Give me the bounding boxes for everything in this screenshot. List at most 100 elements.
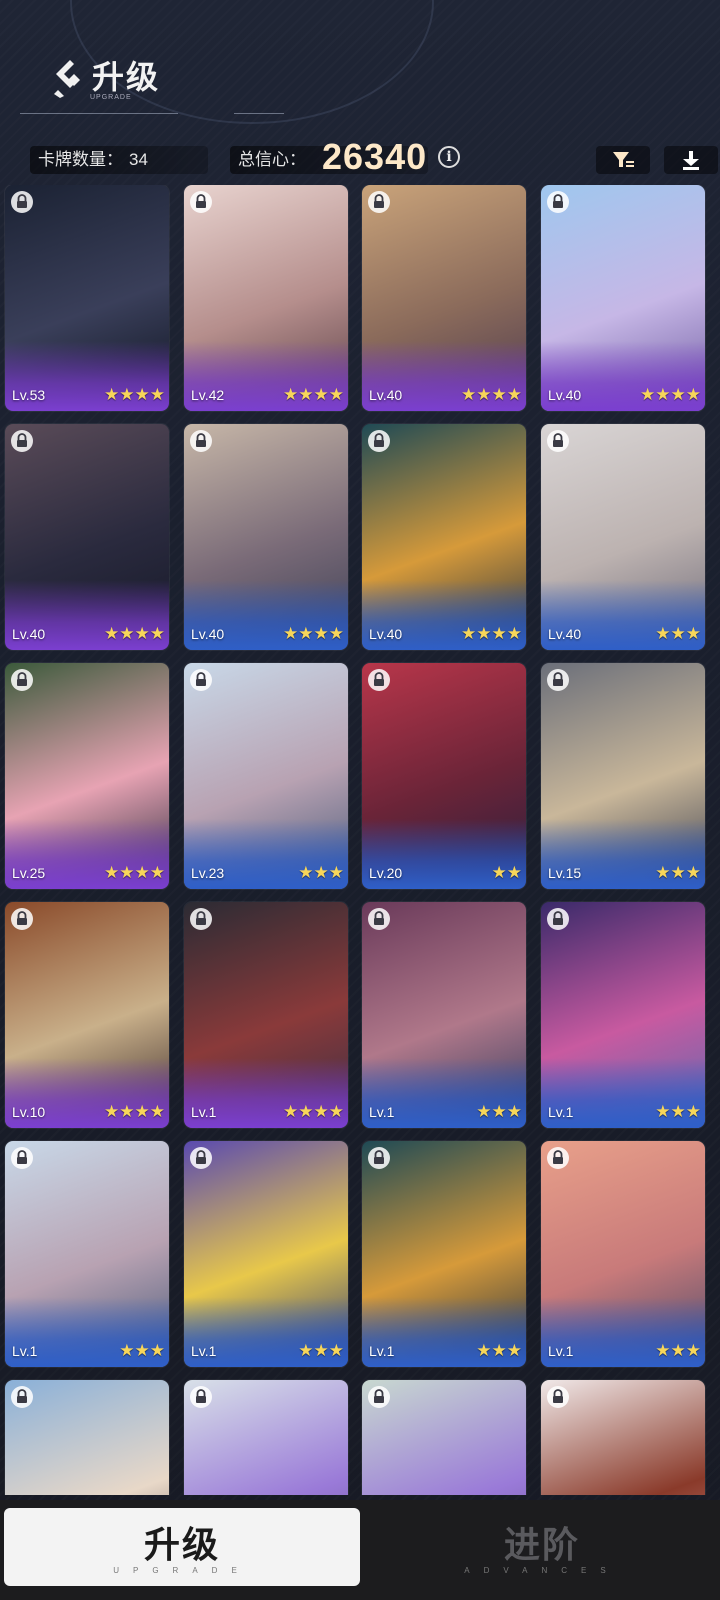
bottom-tab-bar: 升级 UPGRADE 进阶 ADVANCES: [0, 1500, 720, 1600]
total-confidence-value: 26340: [322, 136, 428, 177]
stats-bar: 卡牌数量： 34 总信心： 26340 i: [0, 136, 720, 180]
lock-icon[interactable]: [11, 1386, 33, 1408]
lock-icon[interactable]: [11, 908, 33, 930]
card-grid: Lv.53 ★★★★ Lv.42 ★★★★ Lv.40 ★★★★ Lv.40 ★★★★ Lv.4…: [0, 185, 720, 1495]
character-card[interactable]: Lv.40 ★★★★: [184, 424, 348, 650]
card-stars: ★★★★: [104, 385, 165, 404]
character-card[interactable]: Lv.23 ★★★: [184, 663, 348, 889]
character-card[interactable]: Lv.40 ★★★★: [362, 424, 526, 650]
card-stars: ★★★★: [104, 1102, 165, 1121]
character-card[interactable]: Lv.1 ★★★: [5, 1141, 169, 1367]
card-level: Lv.40: [191, 626, 225, 642]
card-level: Lv.40: [548, 387, 582, 403]
card-level: Lv.42: [191, 387, 225, 403]
card-level: Lv.10: [12, 1104, 46, 1120]
tab-advance-label: 进阶: [503, 1524, 580, 1565]
filter-icon: [613, 152, 634, 167]
lock-icon[interactable]: [11, 669, 33, 691]
character-card[interactable]: Lv.40 ★★★★: [362, 185, 526, 411]
card-stars: ★★★: [298, 1341, 344, 1360]
lock-icon[interactable]: [547, 1147, 569, 1169]
lock-icon[interactable]: [368, 908, 390, 930]
page-subtitle: UPGRADE: [90, 94, 132, 101]
card-level: Lv.53: [12, 387, 46, 403]
card-stars: ★★★★: [640, 385, 701, 404]
card-stars: ★★★★: [104, 863, 165, 882]
download-icon: [683, 151, 699, 170]
lock-icon[interactable]: [547, 191, 569, 213]
lock-icon[interactable]: [11, 430, 33, 452]
lock-icon[interactable]: [368, 1147, 390, 1169]
card-stars: ★★★★: [283, 1102, 344, 1121]
card-stars: ★★★★: [461, 624, 522, 643]
card-stars: ★★★★: [104, 624, 165, 643]
card-level: Lv.1: [548, 1343, 574, 1359]
lock-icon[interactable]: [190, 669, 212, 691]
lock-icon[interactable]: [190, 908, 212, 930]
character-card[interactable]: Lv.40 ★★★★: [5, 424, 169, 650]
lock-icon[interactable]: [190, 430, 212, 452]
character-card[interactable]: Lv.20 ★★: [362, 663, 526, 889]
card-level: Lv.1: [12, 1343, 38, 1359]
character-card[interactable]: Lv.15 ★★★: [541, 663, 705, 889]
card-level: Lv.1: [369, 1343, 395, 1359]
lock-icon[interactable]: [11, 191, 33, 213]
card-level: Lv.25: [12, 865, 46, 881]
card-count-label: 卡牌数量：: [38, 150, 123, 169]
lock-icon[interactable]: [547, 669, 569, 691]
lock-icon[interactable]: [368, 430, 390, 452]
character-card[interactable]: Lv.1 ★★★: [541, 1141, 705, 1367]
character-card[interactable]: Lv.10 ★★★★: [5, 902, 169, 1128]
lock-icon[interactable]: [190, 1147, 212, 1169]
lock-icon[interactable]: [11, 1147, 33, 1169]
card-stars: ★★★: [119, 1341, 165, 1360]
card-stars: ★★★: [655, 1102, 701, 1121]
lock-icon[interactable]: [190, 1386, 212, 1408]
card-level: Lv.40: [369, 387, 403, 403]
character-card[interactable]: Lv.1 ★★★: [541, 902, 705, 1128]
card-level: Lv.40: [548, 626, 582, 642]
info-icon[interactable]: i: [438, 146, 460, 168]
character-card[interactable]: Lv.1 ★★★: [184, 1141, 348, 1367]
card-level: Lv.20: [369, 865, 403, 881]
header: 升级 UPGRADE: [0, 0, 720, 130]
lock-icon[interactable]: [547, 908, 569, 930]
card-level: Lv.1: [369, 1104, 395, 1120]
page-title: 升级: [92, 59, 161, 95]
character-card[interactable]: [541, 1380, 705, 1495]
character-card[interactable]: [184, 1380, 348, 1495]
card-stars: ★★★: [298, 863, 344, 882]
tab-advance-sub: ADVANCES: [464, 1566, 620, 1575]
card-stars: ★★: [491, 863, 522, 882]
card-level: Lv.23: [191, 865, 225, 881]
character-card[interactable]: Lv.1 ★★★★: [184, 902, 348, 1128]
lock-icon[interactable]: [368, 669, 390, 691]
character-card[interactable]: [362, 1380, 526, 1495]
tab-upgrade[interactable]: 升级 UPGRADE: [4, 1508, 360, 1586]
card-level: Lv.40: [12, 626, 46, 642]
character-card[interactable]: [5, 1380, 169, 1495]
lock-icon[interactable]: [547, 1386, 569, 1408]
lock-icon[interactable]: [547, 430, 569, 452]
card-level: Lv.40: [369, 626, 403, 642]
character-card[interactable]: Lv.42 ★★★★: [184, 185, 348, 411]
filter-button[interactable]: [596, 146, 650, 174]
character-card[interactable]: Lv.40 ★★★: [541, 424, 705, 650]
divider: [234, 113, 284, 114]
card-count-value: 34: [129, 150, 148, 169]
tab-advance[interactable]: 进阶 ADVANCES: [364, 1508, 720, 1586]
lock-icon[interactable]: [368, 191, 390, 213]
download-button[interactable]: [664, 146, 718, 174]
lock-icon[interactable]: [190, 191, 212, 213]
character-card[interactable]: Lv.1 ★★★: [362, 1141, 526, 1367]
card-stars: ★★★★: [461, 385, 522, 404]
character-card[interactable]: Lv.53 ★★★★: [5, 185, 169, 411]
card-stars: ★★★★: [283, 624, 344, 643]
card-stars: ★★★: [476, 1341, 522, 1360]
card-stars: ★★★: [655, 624, 701, 643]
card-stars: ★★★: [476, 1102, 522, 1121]
character-card[interactable]: Lv.25 ★★★★: [5, 663, 169, 889]
character-card[interactable]: Lv.1 ★★★: [362, 902, 526, 1128]
lock-icon[interactable]: [368, 1386, 390, 1408]
character-card[interactable]: Lv.40 ★★★★: [541, 185, 705, 411]
